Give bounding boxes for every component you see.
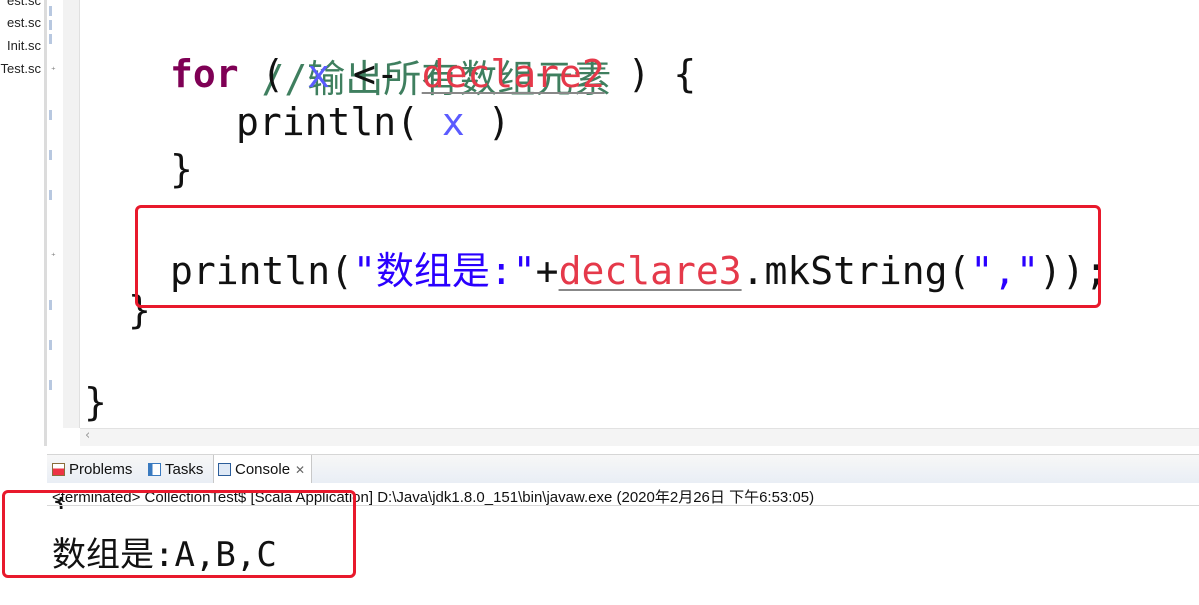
close-icon[interactable]: ✕: [295, 463, 305, 477]
code-call: println(: [236, 100, 442, 144]
code-line-final-brace: }: [84, 380, 107, 424]
line-number-gutter: [63, 0, 80, 428]
editor-horizontal-scrollbar[interactable]: ‹: [80, 428, 1199, 447]
bottom-panel-tabbar: Problems Tasks Console ✕: [47, 454, 1199, 484]
occurrence-marker: [49, 190, 52, 200]
fold-marker-icon[interactable]: ⁺: [51, 252, 56, 262]
tasks-icon: [148, 462, 161, 476]
explorer-file-item[interactable]: Init.sc: [7, 38, 41, 53]
tab-problems[interactable]: Problems: [52, 455, 132, 483]
panel-gap: [44, 446, 1199, 454]
explorer-file-item[interactable]: est.sc: [7, 15, 41, 30]
problems-icon: [52, 462, 65, 476]
occurrence-marker: [49, 110, 52, 120]
occurrence-marker: [49, 34, 52, 44]
occurrence-marker: [49, 300, 52, 310]
code-line-inner-brace: }: [170, 147, 193, 191]
code-line-println: println( x ): [236, 100, 511, 144]
annotation-box-output: [2, 490, 356, 578]
loop-variable: x: [307, 52, 331, 96]
code-punct: ) {: [604, 52, 697, 96]
occurrence-marker: [49, 6, 52, 16]
code-brace: }: [170, 147, 193, 191]
occurrence-marker: [49, 20, 52, 30]
code-arrow: <-: [330, 52, 422, 96]
for-keyword: for: [170, 52, 239, 96]
explorer-file-item[interactable]: est.sc: [7, 0, 41, 8]
tab-label: Tasks: [165, 460, 204, 478]
scroll-left-icon[interactable]: ‹: [85, 428, 90, 443]
project-explorer: est.sc est.sc Init.sc Test.sc: [0, 0, 44, 450]
console-icon: [218, 463, 231, 476]
occurrence-marker: [49, 380, 52, 390]
tab-label: Problems: [69, 460, 133, 478]
error-identifier[interactable]: declare2: [422, 52, 605, 96]
occurrence-marker: [49, 150, 52, 160]
tab-console[interactable]: Console ✕: [213, 455, 313, 484]
code-line-for: for ( x <- declare2 ) {: [170, 52, 696, 96]
occurrence-marker: [49, 340, 52, 350]
code-punct: ): [464, 100, 511, 144]
code-brace: }: [84, 380, 107, 424]
annotation-box-code: [135, 205, 1101, 308]
editor-ruler: ⁺ ⁺: [47, 0, 64, 428]
explorer-file-item[interactable]: Test.sc: [1, 61, 41, 76]
println-argument: x: [441, 100, 465, 144]
code-punct: (: [238, 52, 308, 96]
fold-marker-icon[interactable]: ⁺: [51, 66, 56, 76]
tab-tasks[interactable]: Tasks: [148, 455, 203, 483]
tab-label: Console: [235, 461, 291, 478]
